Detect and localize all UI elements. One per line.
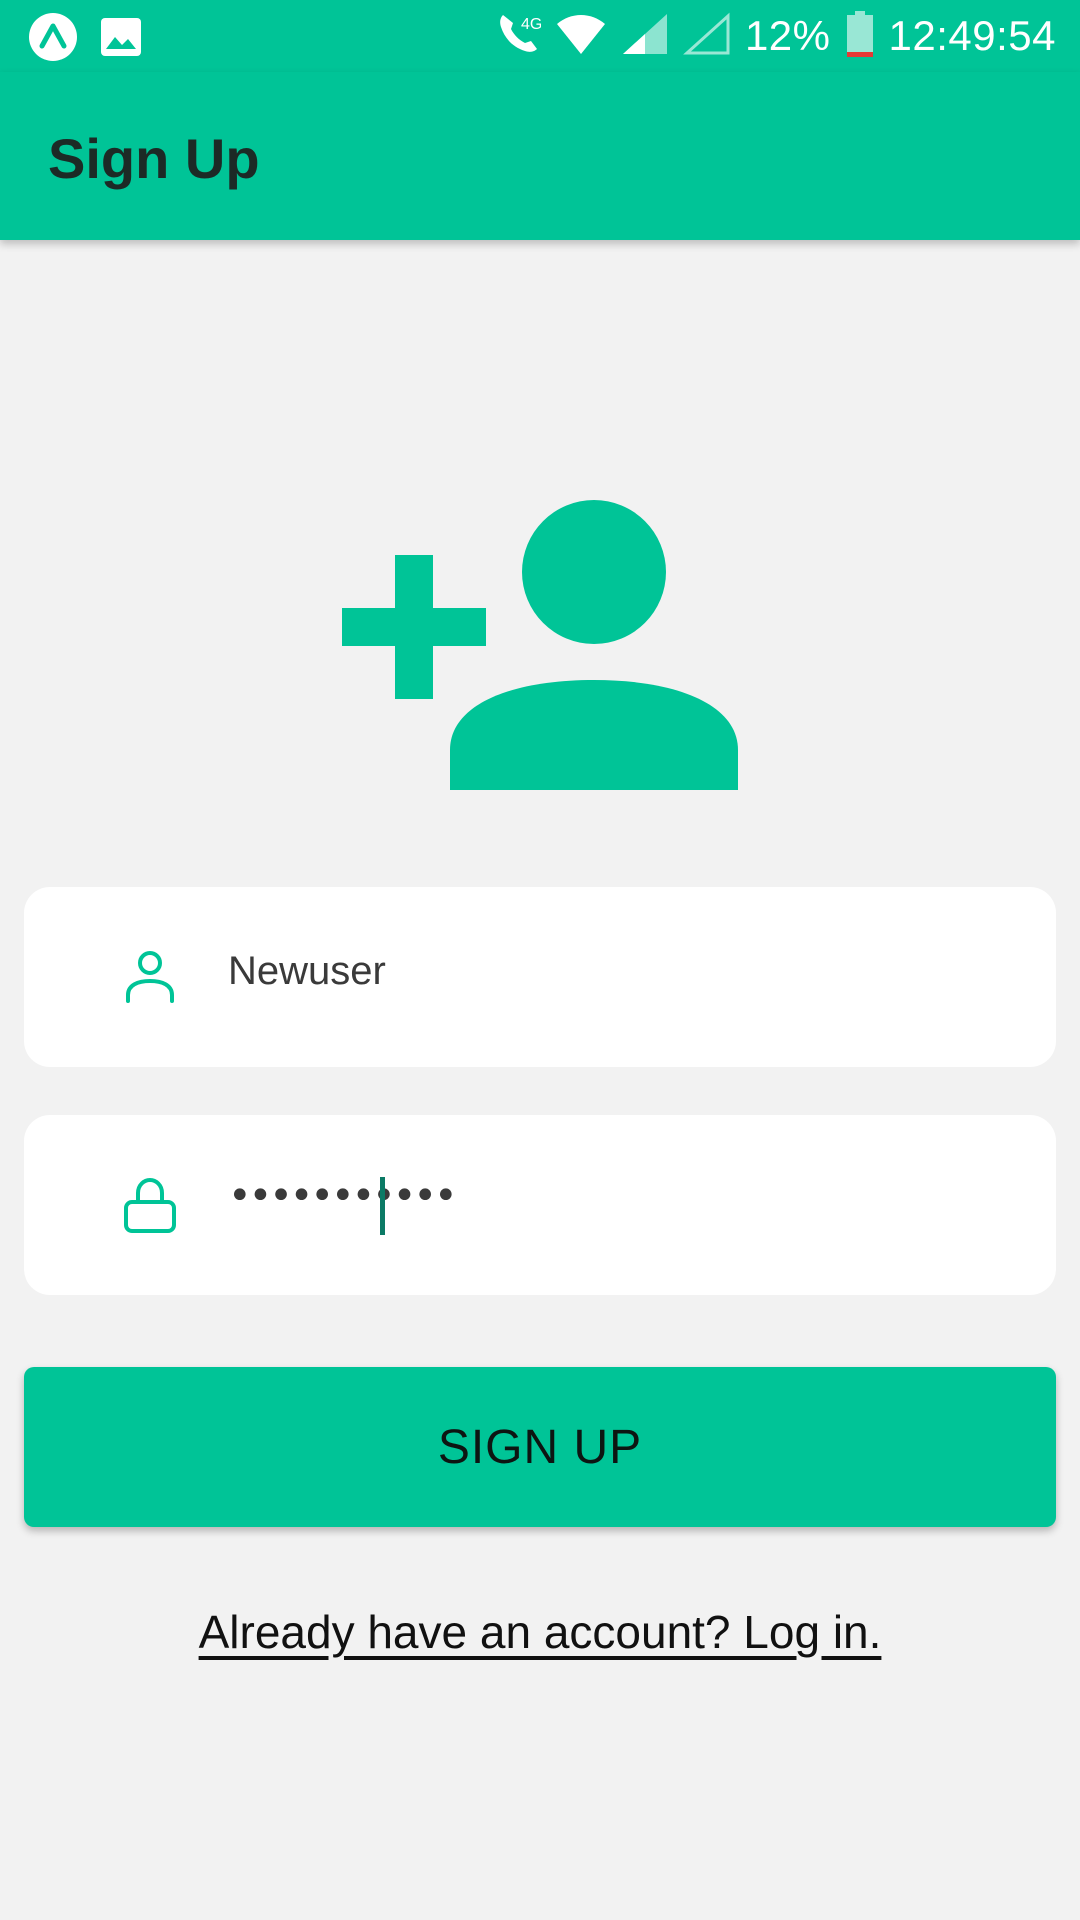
wifi-icon <box>555 12 607 61</box>
battery-percent: 12% <box>744 12 831 59</box>
page-title: Sign Up <box>48 127 260 190</box>
app-bar: Sign Up <box>0 72 1080 240</box>
password-input[interactable]: ••••••••••• <box>228 1173 458 1219</box>
clock: 12:49:54 <box>888 12 1056 59</box>
login-link[interactable]: Already have an account? Log in. <box>0 1605 1080 1659</box>
network-label: 4G <box>521 16 541 33</box>
signal-icon <box>621 12 669 61</box>
username-field[interactable]: Newuser <box>24 887 1056 1067</box>
password-field[interactable]: ••••••••••• <box>24 1115 1056 1295</box>
lock-icon <box>120 1175 180 1235</box>
battery-low-icon <box>845 10 875 63</box>
user-icon <box>120 947 180 1007</box>
person-add-icon <box>340 500 740 790</box>
wifi-call-icon: 4G <box>495 9 542 64</box>
status-bar: 4G 12% 12:49:54 <box>0 0 1080 72</box>
sign-up-button[interactable]: SIGN UP <box>24 1367 1056 1527</box>
image-icon <box>100 17 142 62</box>
signal-empty-icon <box>683 12 731 61</box>
text-cursor <box>380 1177 385 1235</box>
expo-icon <box>28 12 78 67</box>
username-input[interactable]: Newuser <box>228 949 386 994</box>
